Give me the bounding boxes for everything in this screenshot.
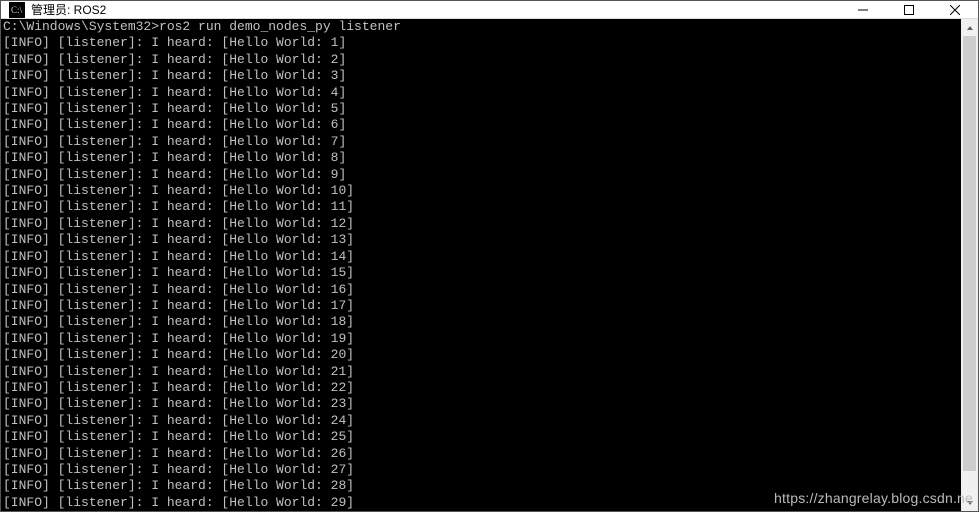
log-line: [INFO] [listener]: I heard: [Hello World… <box>3 314 961 330</box>
log-line: [INFO] [listener]: I heard: [Hello World… <box>3 380 961 396</box>
log-line: [INFO] [listener]: I heard: [Hello World… <box>3 134 961 150</box>
titlebar[interactable]: C:\ 管理员: ROS2 <box>1 1 978 19</box>
window-title: 管理员: ROS2 <box>31 1 840 18</box>
log-line: [INFO] [listener]: I heard: [Hello World… <box>3 167 961 183</box>
log-line: [INFO] [listener]: I heard: [Hello World… <box>3 52 961 68</box>
log-line: [INFO] [listener]: I heard: [Hello World… <box>3 495 961 511</box>
log-line: [INFO] [listener]: I heard: [Hello World… <box>3 396 961 412</box>
log-line: [INFO] [listener]: I heard: [Hello World… <box>3 101 961 117</box>
log-line: [INFO] [listener]: I heard: [Hello World… <box>3 117 961 133</box>
log-line: [INFO] [listener]: I heard: [Hello World… <box>3 150 961 166</box>
log-line: [INFO] [listener]: I heard: [Hello World… <box>3 232 961 248</box>
log-line: [INFO] [listener]: I heard: [Hello World… <box>3 68 961 84</box>
log-line: [INFO] [listener]: I heard: [Hello World… <box>3 282 961 298</box>
scroll-down-arrow[interactable] <box>961 494 978 511</box>
log-line: [INFO] [listener]: I heard: [Hello World… <box>3 265 961 281</box>
log-line: [INFO] [listener]: I heard: [Hello World… <box>3 347 961 363</box>
svg-text:C:\: C:\ <box>11 5 23 15</box>
log-line: [INFO] [listener]: I heard: [Hello World… <box>3 413 961 429</box>
log-line: [INFO] [listener]: I heard: [Hello World… <box>3 364 961 380</box>
maximize-button[interactable] <box>886 1 932 18</box>
prompt-line: C:\Windows\System32>ros2 run demo_nodes_… <box>3 19 961 35</box>
scroll-up-arrow[interactable] <box>961 19 978 36</box>
window-controls <box>840 1 978 18</box>
log-line: [INFO] [listener]: I heard: [Hello World… <box>3 429 961 445</box>
log-line: [INFO] [listener]: I heard: [Hello World… <box>3 462 961 478</box>
log-line: [INFO] [listener]: I heard: [Hello World… <box>3 478 961 494</box>
log-line: [INFO] [listener]: I heard: [Hello World… <box>3 183 961 199</box>
log-line: [INFO] [listener]: I heard: [Hello World… <box>3 85 961 101</box>
vertical-scrollbar[interactable] <box>961 19 978 511</box>
scroll-thumb[interactable] <box>963 36 976 471</box>
log-line: [INFO] [listener]: I heard: [Hello World… <box>3 199 961 215</box>
log-line: [INFO] [listener]: I heard: [Hello World… <box>3 298 961 314</box>
close-button[interactable] <box>932 1 978 18</box>
minimize-button[interactable] <box>840 1 886 18</box>
log-line: [INFO] [listener]: I heard: [Hello World… <box>3 35 961 51</box>
log-line: [INFO] [listener]: I heard: [Hello World… <box>3 216 961 232</box>
terminal-output[interactable]: C:\Windows\System32>ros2 run demo_nodes_… <box>1 19 961 511</box>
log-line: [INFO] [listener]: I heard: [Hello World… <box>3 446 961 462</box>
log-line: [INFO] [listener]: I heard: [Hello World… <box>3 249 961 265</box>
scroll-track[interactable] <box>961 36 978 494</box>
terminal-window: C:\ 管理员: ROS2 C:\Windows\System32>ros2 r… <box>0 0 979 512</box>
terminal-area: C:\Windows\System32>ros2 run demo_nodes_… <box>1 19 978 511</box>
log-line: [INFO] [listener]: I heard: [Hello World… <box>3 331 961 347</box>
app-icon: C:\ <box>9 2 25 18</box>
